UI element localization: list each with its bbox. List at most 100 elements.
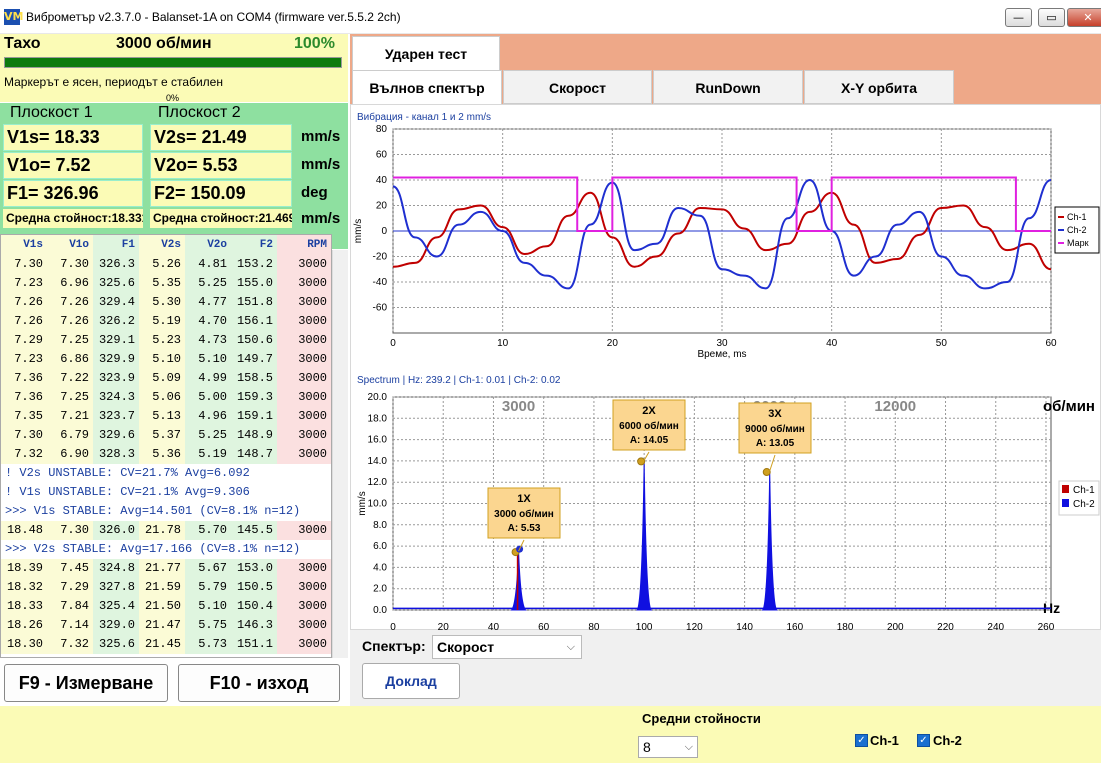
plane1-title: Плоскост 1 [10, 104, 93, 121]
tab-impact-test[interactable]: Ударен тест [352, 36, 500, 70]
table-row: 7.36 7.25 324.3 5.06 5.00 159.3 3000 [1, 388, 331, 407]
annotation-rpm: 3000 об/мин [494, 508, 554, 520]
table-cell: 5.10 [185, 350, 231, 369]
wave-legend-item: Ch-1 [1067, 212, 1087, 222]
measure-button[interactable]: F9 - Измерване [4, 664, 168, 702]
table-cell: 7.30 [47, 255, 93, 274]
spectrum-y-tick: 20.0 [368, 392, 388, 403]
table-cell: 325.4 [93, 597, 139, 616]
measurement-table[interactable]: V1s V1o F1 V2s V2o F2 RPM 7.30 7.30 326.3 5.26 4.81… [0, 234, 332, 658]
column-header-f1: F1 [93, 235, 139, 255]
marker-percent: 0% [166, 93, 180, 103]
unit-label: deg [301, 184, 328, 201]
table-cell: 5.26 [139, 255, 185, 274]
table-cell: 7.26 [1, 312, 47, 331]
ch2-checkbox[interactable]: ✓ [917, 734, 930, 747]
chevron-down-icon: ⌵ [566, 641, 575, 653]
table-cell: 146.3 [231, 616, 277, 635]
legend-swatch [1062, 485, 1069, 493]
log-message: >>> V2s STABLE: Avg=17.166 (CV=8.1% n=12… [5, 542, 301, 556]
annotation-label: 2X [642, 405, 656, 417]
table-cell: 151.1 [231, 635, 277, 654]
table-cell: 7.25 [47, 388, 93, 407]
table-cell: 5.37 [139, 426, 185, 445]
table-cell: 5.23 [139, 331, 185, 350]
table-cell: 3000 [277, 559, 331, 578]
table-cell: 3000 [277, 255, 331, 274]
tab-velocity[interactable]: Скорост [503, 70, 652, 104]
table-cell: 329.0 [93, 616, 139, 635]
table-row: 7.36 7.22 323.9 5.09 4.99 158.5 3000 [1, 369, 331, 388]
table-cell: 159.3 [231, 388, 277, 407]
table-cell: 7.14 [47, 616, 93, 635]
tacho-label: Тахо [4, 35, 41, 52]
table-cell: 7.35 [1, 407, 47, 426]
wave-x-tick: 30 [716, 338, 728, 349]
ch1-checkbox[interactable]: ✓ [855, 734, 868, 747]
minimize-button[interactable]: — [1005, 8, 1032, 27]
spectrum-select[interactable]: Скорост ⌵ [432, 635, 582, 659]
table-cell: 5.10 [185, 597, 231, 616]
table-cell: 3000 [277, 369, 331, 388]
table-cell: 18.32 [1, 578, 47, 597]
table-cell: 3000 [277, 407, 331, 426]
averages-select[interactable]: 8 ⌵ [638, 736, 698, 758]
table-row: 7.35 7.21 323.7 5.13 4.96 159.1 3000 [1, 407, 331, 426]
exit-button[interactable]: F10 - изход [178, 664, 340, 702]
table-cell: 148.7 [231, 445, 277, 464]
maximize-button[interactable]: ▭ [1038, 8, 1065, 27]
wave-x-tick: 20 [607, 338, 619, 349]
close-button[interactable]: ✕ [1067, 8, 1101, 27]
table-cell: 7.23 [1, 350, 47, 369]
annotation-label: 3X [768, 408, 782, 420]
table-row: 7.32 6.90 328.3 5.36 5.19 148.7 3000 [1, 445, 331, 464]
tab-wave-spectrum[interactable]: Вълнов спектър [352, 70, 502, 104]
table-scrollbar[interactable] [332, 250, 348, 658]
wave-y-tick: 0 [381, 226, 387, 237]
table-cell: 7.26 [47, 293, 93, 312]
table-cell: 5.00 [185, 388, 231, 407]
table-row: 7.26 7.26 329.4 5.30 4.77 151.8 3000 [1, 293, 331, 312]
table-cell: 323.7 [93, 407, 139, 426]
table-header: V1s V1o F1 V2s V2o F2 RPM [1, 235, 331, 255]
chevron-down-icon: ⌵ [684, 741, 693, 753]
spectrum-y-tick: 6.0 [373, 541, 387, 552]
ch2-label: Ch-2 [933, 733, 962, 748]
table-cell: 5.67 [185, 559, 231, 578]
table-cell: 6.79 [47, 426, 93, 445]
spectrum-legend-item: Ch-1 [1073, 485, 1095, 496]
tab-xy-orbit[interactable]: X-Y орбита [804, 70, 954, 104]
table-cell: 21.45 [139, 635, 185, 654]
table-cell: 325.6 [93, 635, 139, 654]
wave-chart-title: Вибрация - канал 1 и 2 mm/s [357, 111, 491, 123]
table-cell: 145.5 [231, 521, 277, 540]
table-cell: 18.33 [1, 597, 47, 616]
legend-swatch [1062, 499, 1069, 507]
table-cell: 5.09 [139, 369, 185, 388]
table-cell: 5.06 [139, 388, 185, 407]
table-cell: 326.3 [93, 255, 139, 274]
unit-label: mm/s [301, 156, 341, 173]
table-cell: 5.25 [185, 274, 231, 293]
wave-y-tick: -20 [373, 252, 388, 263]
table-cell: 4.99 [185, 369, 231, 388]
unit-label: mm/s [301, 210, 341, 227]
report-button[interactable]: Доклад [362, 663, 460, 699]
table-cell: 328.3 [93, 445, 139, 464]
table-cell: 7.30 [47, 521, 93, 540]
table-cell: 21.77 [139, 559, 185, 578]
table-cell: 153.2 [231, 255, 277, 274]
f1-value: F1= 326.96 [3, 180, 143, 207]
table-cell: 7.32 [1, 445, 47, 464]
table-cell: 4.81 [185, 255, 231, 274]
wave-y-label: mm/s [353, 219, 364, 243]
table-cell: 148.9 [231, 426, 277, 445]
tab-rundown[interactable]: RunDown [653, 70, 803, 104]
table-cell: 4.70 [185, 312, 231, 331]
table-cell: 3000 [277, 388, 331, 407]
table-row: 18.32 7.29 327.8 21.59 5.79 150.5 3000 [1, 578, 331, 597]
marker-status: Маркерът е ясен, периодът е стабилен [4, 75, 223, 89]
table-cell: 21.47 [139, 616, 185, 635]
unit-label: mm/s [301, 128, 341, 145]
table-cell: 5.13 [139, 407, 185, 426]
